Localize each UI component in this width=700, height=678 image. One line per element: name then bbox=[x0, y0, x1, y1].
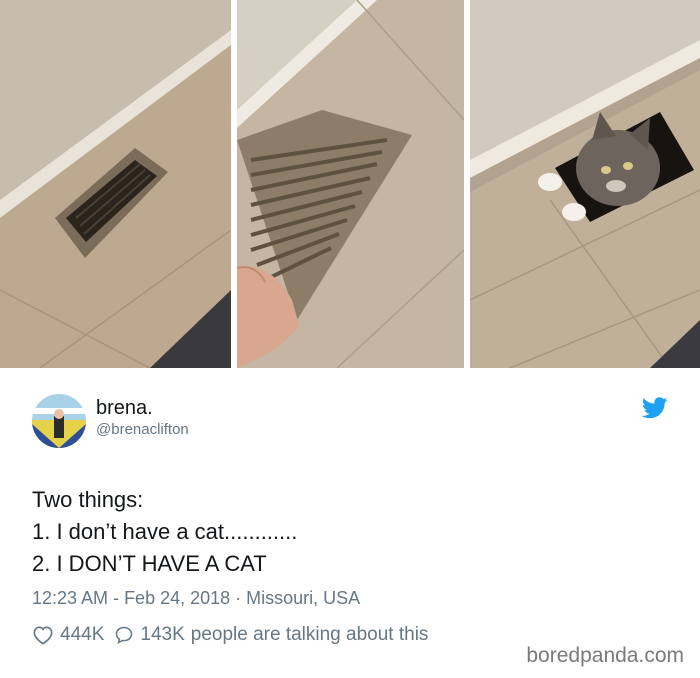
reply-bubble-icon[interactable] bbox=[114, 625, 134, 645]
reply-count[interactable]: 143K bbox=[140, 624, 184, 646]
tweet-date[interactable]: Feb 24, 2018 bbox=[124, 588, 230, 608]
boredpanda-watermark: boredpanda.com bbox=[526, 644, 684, 667]
tweet-location[interactable]: Missouri, USA bbox=[246, 588, 360, 608]
photo-strip bbox=[0, 0, 700, 368]
photo-vent-cover-in-hand bbox=[237, 0, 464, 368]
tweet-text-line: Two things: bbox=[32, 487, 144, 512]
tweet-metadata: 12:23 AM - Feb 24, 2018 · Missouri, USA bbox=[32, 588, 360, 609]
separator: · bbox=[230, 588, 247, 608]
tweet-text-line: 2. I DON’T HAVE A CAT bbox=[32, 551, 267, 576]
tweet-text-line: 1. I don’t have a cat............ bbox=[32, 519, 298, 544]
tweet-time[interactable]: 12:23 AM bbox=[32, 588, 108, 608]
talking-label[interactable]: people are talking about this bbox=[191, 624, 429, 646]
tweet-text: Two things: 1. I don’t have a cat.......… bbox=[32, 484, 297, 580]
user-handle[interactable]: @brenaclifton bbox=[96, 421, 189, 438]
twitter-bird-icon[interactable] bbox=[642, 397, 668, 419]
photo-cat-in-vent bbox=[470, 0, 700, 368]
avatar[interactable] bbox=[32, 394, 86, 448]
separator: - bbox=[108, 588, 125, 608]
like-count[interactable]: 444K bbox=[60, 624, 104, 646]
photo-vent-closed bbox=[0, 0, 231, 368]
display-name[interactable]: brena. bbox=[96, 397, 153, 420]
engagement-bar: 444K 143K people are talking about this bbox=[32, 624, 428, 646]
heart-icon[interactable] bbox=[32, 625, 54, 645]
